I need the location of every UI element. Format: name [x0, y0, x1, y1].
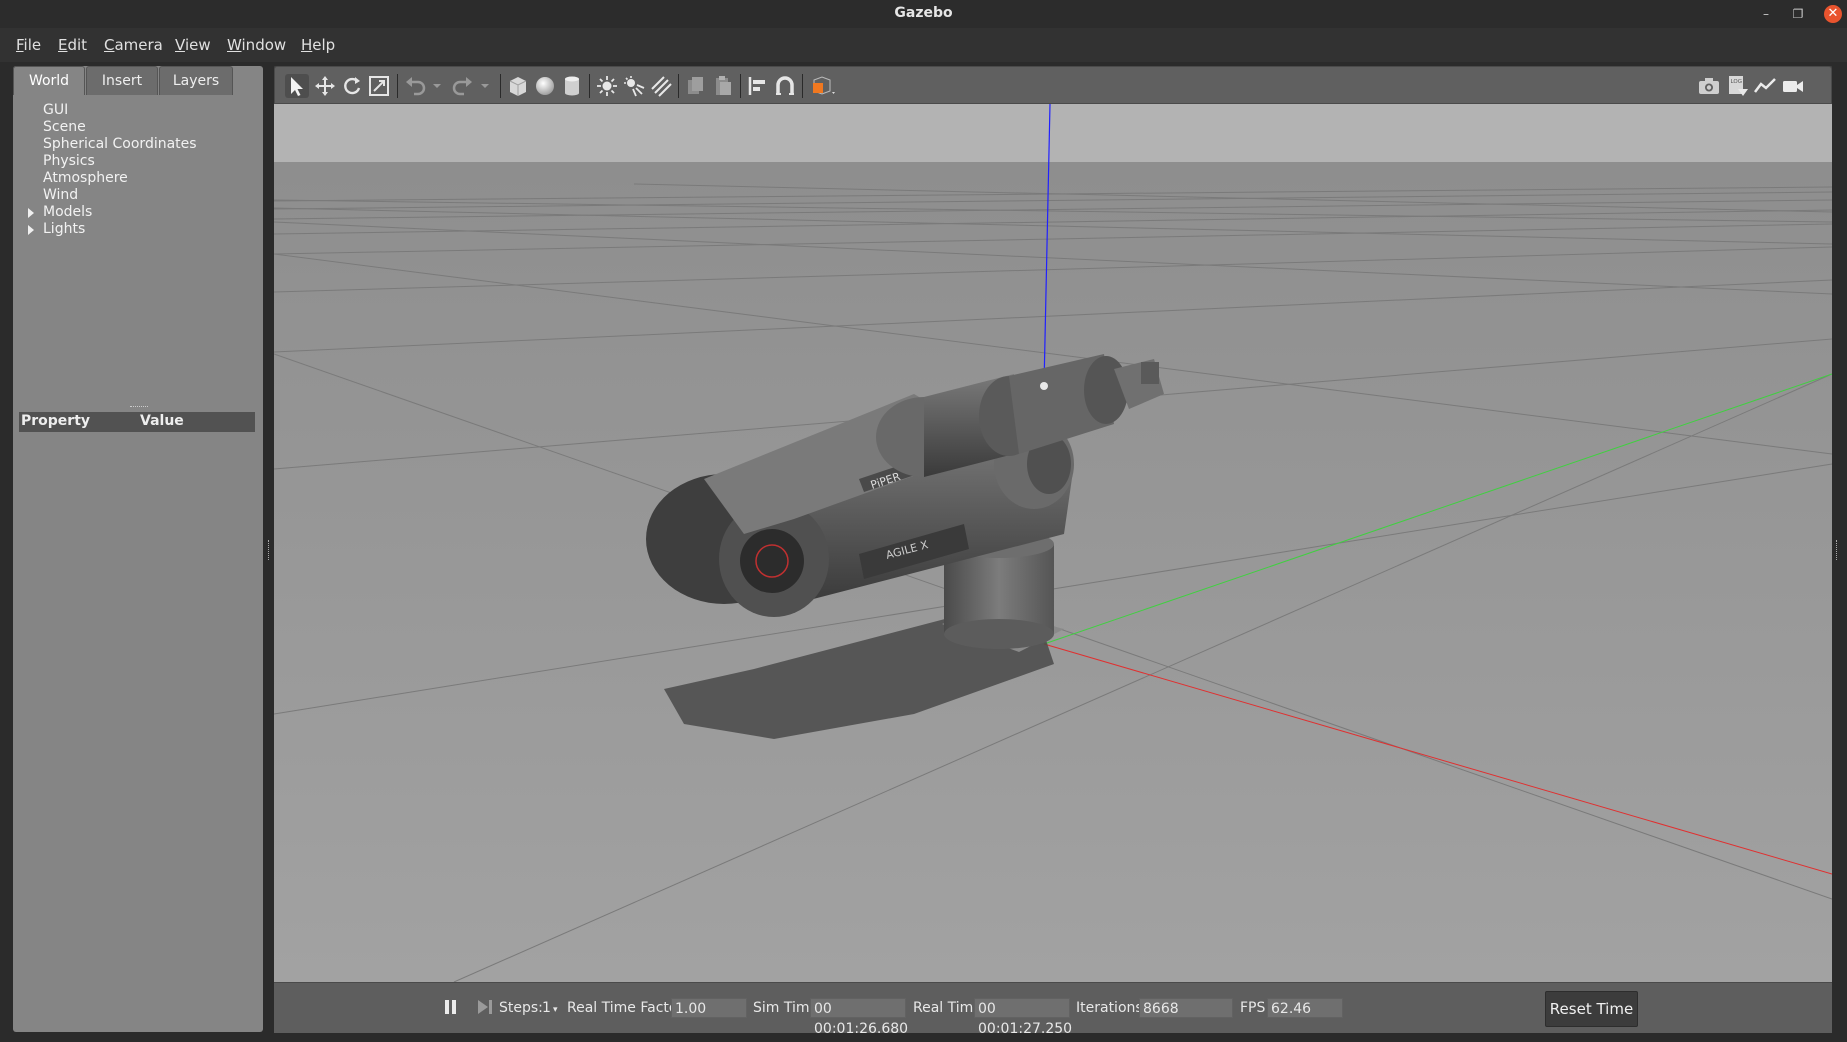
left-panel: World Insert Layers GUI Scene Spherical …	[13, 66, 263, 1032]
reset-time-button[interactable]: Reset Time	[1545, 991, 1638, 1027]
tree-item-label: Physics	[43, 153, 95, 169]
steps-label: Steps:	[499, 1000, 543, 1016]
spot-light-icon[interactable]	[622, 74, 646, 98]
tree-item-label: Scene	[43, 119, 86, 135]
close-button[interactable]: ✕	[1824, 5, 1842, 23]
paste-icon[interactable]	[711, 74, 735, 98]
translate-icon[interactable]	[313, 74, 337, 98]
tree-item-label: Models	[43, 204, 93, 220]
box-icon[interactable]	[506, 74, 530, 98]
directional-light-icon[interactable]	[649, 74, 673, 98]
title-bar: Gazebo – ❐ ✕	[0, 0, 1847, 28]
screenshot-icon[interactable]	[1697, 74, 1721, 98]
fps-label: FPS:	[1240, 1000, 1271, 1016]
log-icon[interactable]: LOG	[1725, 74, 1749, 98]
tree-item-label: Wind	[43, 187, 79, 203]
tab-world[interactable]: World	[13, 66, 85, 95]
tree-item-wind[interactable]: Wind	[43, 187, 78, 204]
tree-item-models[interactable]: Models	[28, 204, 93, 221]
video-record-icon[interactable]	[1781, 74, 1805, 98]
real-time-factor-label: Real Time Factor:	[567, 1000, 688, 1016]
fps-field: 62.46	[1267, 998, 1343, 1018]
expand-arrow-icon[interactable]	[28, 208, 34, 218]
real-time-field: 00 00:01:27.250	[974, 998, 1072, 1037]
minimize-button[interactable]: –	[1757, 5, 1775, 23]
redo-history-chevron-down-icon[interactable]	[479, 74, 491, 98]
simulation-status-bar: Steps: 1 ▾ Real Time Factor: 1.00 Sim Ti…	[274, 982, 1832, 1037]
select-icon[interactable]	[285, 74, 309, 98]
menu-camera[interactable]: Camera	[104, 36, 163, 54]
step-forward-icon[interactable]	[476, 997, 494, 1017]
undo-history-chevron-down-icon[interactable]	[431, 74, 443, 98]
cylinder-icon[interactable]	[560, 74, 584, 98]
main-area: LOG AGILE X PiPER Steps: 1 ▾ Real Time F…	[274, 66, 1832, 1037]
undo-icon[interactable]	[403, 74, 427, 98]
property-table-header: Property Value	[19, 412, 255, 432]
tree-item-atmosphere[interactable]: Atmosphere	[43, 170, 128, 187]
plot-icon[interactable]	[1753, 74, 1777, 98]
tree-item-spherical-coordinates[interactable]: Spherical Coordinates	[43, 136, 197, 153]
3d-viewport[interactable]: AGILE X PiPER	[274, 104, 1832, 982]
iterations-field: 8668	[1139, 998, 1233, 1018]
right-panel-resize-handle[interactable]	[1836, 540, 1839, 560]
view-angle-icon[interactable]	[808, 74, 838, 98]
toolbar: LOG	[274, 66, 1832, 104]
menu-window[interactable]: Window	[227, 36, 286, 54]
tree-item-label: Spherical Coordinates	[43, 136, 197, 152]
scale-icon[interactable]	[367, 74, 391, 98]
sky	[274, 104, 1832, 164]
window-title: Gazebo	[894, 5, 953, 21]
copy-icon[interactable]	[684, 74, 708, 98]
snap-icon[interactable]	[773, 74, 797, 98]
menu-help[interactable]: Help	[301, 36, 335, 54]
redo-icon[interactable]	[451, 74, 475, 98]
point-light-icon[interactable]	[595, 74, 619, 98]
menu-view[interactable]: View	[175, 36, 211, 54]
tree-item-lights[interactable]: Lights	[28, 221, 86, 238]
property-column-header[interactable]: Property	[21, 413, 90, 429]
steps-chevron-down-icon[interactable]: ▾	[553, 1005, 558, 1015]
expand-arrow-icon[interactable]	[28, 225, 34, 235]
scene-render: AGILE X PiPER	[274, 104, 1832, 982]
tree-item-scene[interactable]: Scene	[43, 119, 86, 136]
tree-item-gui[interactable]: GUI	[43, 102, 68, 119]
tree-item-physics[interactable]: Physics	[43, 153, 95, 170]
sphere-icon[interactable]	[533, 74, 557, 98]
menu-file[interactable]: File	[16, 36, 41, 54]
sim-time-field: 00 00:01:26.680	[810, 998, 908, 1037]
menu-bar: File Edit Camera View Window Help	[0, 28, 1847, 62]
tab-insert[interactable]: Insert	[86, 66, 158, 95]
iterations-label: Iterations:	[1076, 1000, 1148, 1016]
tree-item-label: Atmosphere	[43, 170, 128, 186]
steps-spinbox[interactable]: 1	[542, 1000, 551, 1016]
align-icon[interactable]	[746, 74, 770, 98]
left-panel-resize-handle[interactable]	[268, 540, 271, 560]
tree-item-label: GUI	[43, 102, 69, 118]
tab-layers[interactable]: Layers	[159, 66, 233, 95]
tree-item-label: Lights	[43, 221, 86, 237]
real-time-factor-field: 1.00	[671, 998, 747, 1018]
maximize-button[interactable]: ❐	[1789, 5, 1807, 23]
pause-icon[interactable]	[444, 997, 458, 1017]
menu-edit[interactable]: Edit	[58, 36, 87, 54]
splitter-handle[interactable]	[130, 406, 148, 407]
value-column-header[interactable]: Value	[140, 413, 184, 429]
svg-text:LOG: LOG	[1731, 79, 1742, 85]
rotate-icon[interactable]	[340, 74, 364, 98]
